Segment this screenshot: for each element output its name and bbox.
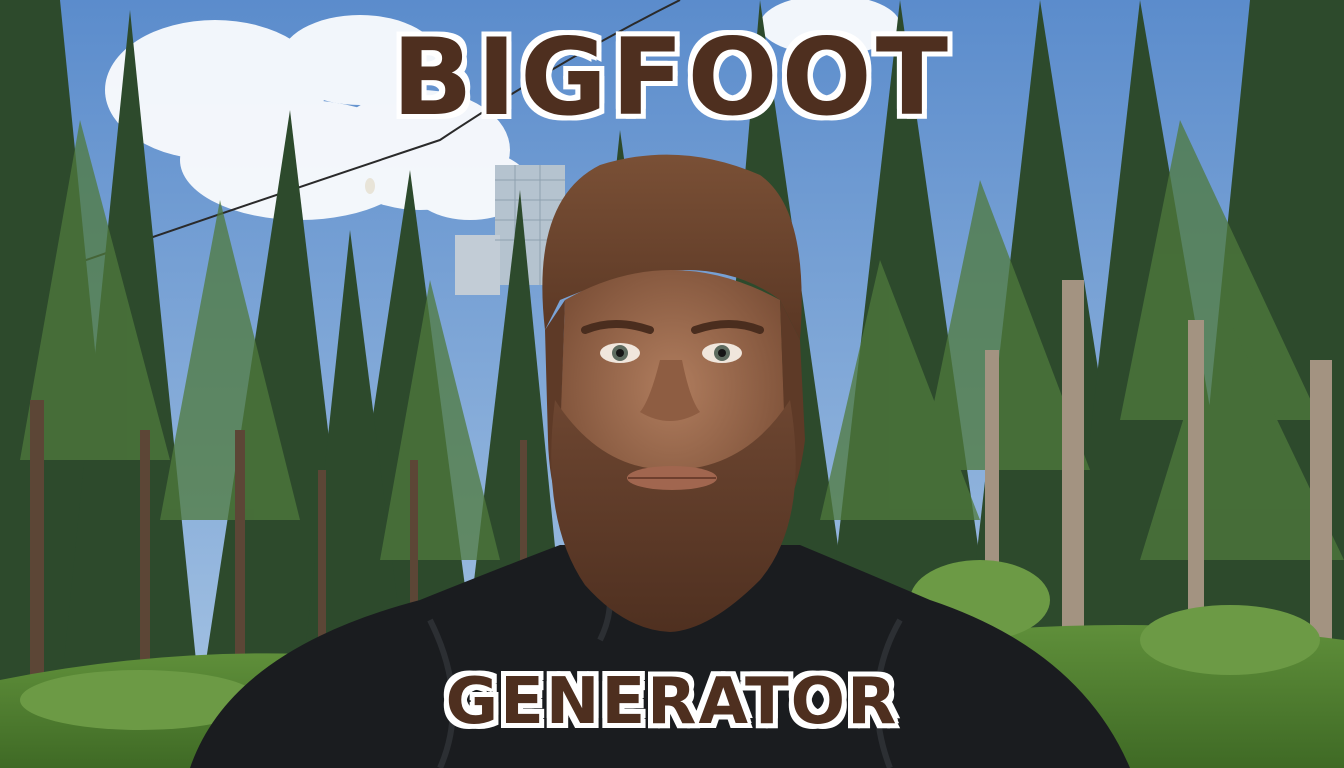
- light-bulb: [365, 178, 375, 194]
- title-generator: GENERATOR: [445, 665, 899, 739]
- title-bigfoot: BIGFOOT: [391, 16, 953, 139]
